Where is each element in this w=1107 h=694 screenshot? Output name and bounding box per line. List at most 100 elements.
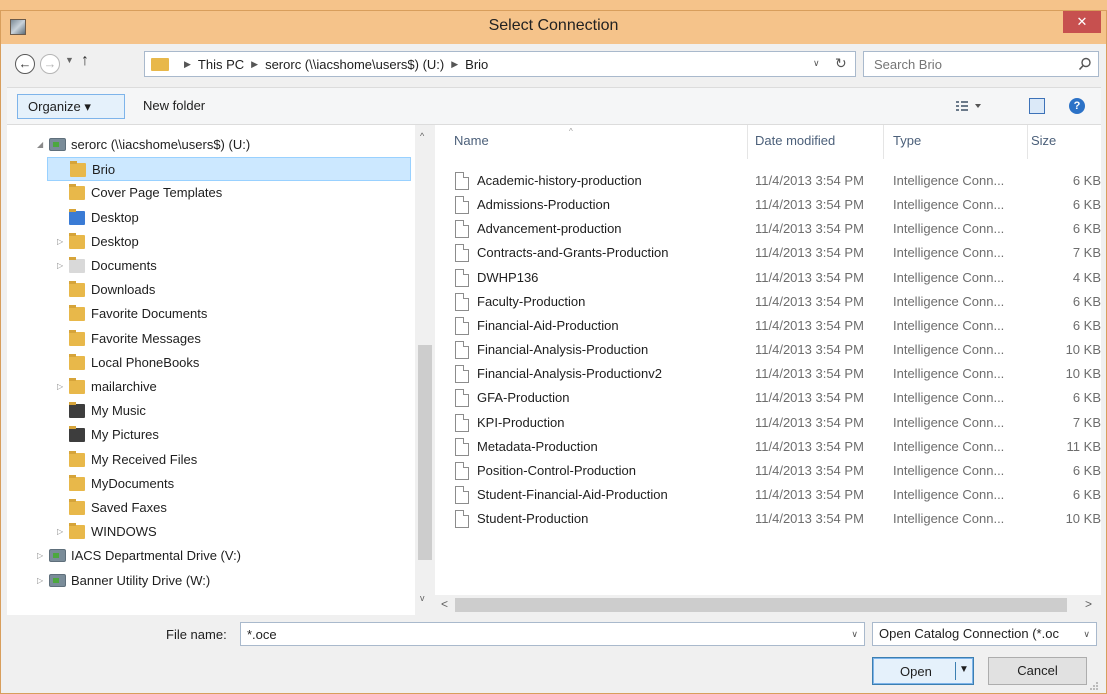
music-folder-icon [69, 402, 85, 419]
recent-locations-button[interactable]: ▼ [65, 55, 74, 65]
tree-item[interactable]: Desktop [7, 206, 411, 230]
file-row[interactable]: Advancement-production 11/4/2013 3:54 PM I… [435, 217, 1101, 241]
tree-item[interactable]: ▷ Desktop [7, 230, 411, 254]
file-row[interactable]: Student-Production 11/4/2013 3:54 PM Intel… [435, 507, 1101, 531]
file-row[interactable]: DWHP136 11/4/2013 3:54 PM Intelligence Con… [435, 266, 1101, 290]
tree-item-label: Desktop [91, 233, 139, 249]
tree-item-label: serorc (\\iacshome\users$) (U:) [71, 137, 251, 152]
search-icon[interactable] [1078, 57, 1092, 71]
address-bar[interactable]: ▶ This PC ▶ serorc (\\iacshome\users$) (… [144, 51, 856, 77]
open-button-label: Open [900, 664, 932, 679]
file-row[interactable]: Faculty-Production 11/4/2013 3:54 PM Intel… [435, 290, 1101, 314]
address-dropdown-icon[interactable]: ∨ [813, 58, 820, 69]
tree-item[interactable]: ▷ IACS Departmental Drive (V:) [7, 544, 411, 568]
tree-item-label: MyDocuments [91, 475, 175, 491]
file-name-input[interactable] [241, 623, 831, 645]
column-header-type[interactable]: Type [893, 133, 921, 148]
breadcrumb-user-drive[interactable]: serorc (\\iacshome\users$) (U:) [265, 57, 444, 72]
file-type-select[interactable]: Open Catalog Connection (*.oc ∨ [872, 622, 1097, 646]
file-type-value: Open Catalog Connection (*.oc [879, 626, 1059, 641]
expand-chevron-icon[interactable]: ▷ [37, 544, 43, 568]
preview-pane-icon[interactable] [1029, 98, 1045, 114]
horizontal-scrollbar[interactable]: < > [435, 595, 1101, 615]
scroll-thumb[interactable] [418, 345, 432, 560]
file-name-cell: Student-Financial-Aid-Production [477, 486, 668, 502]
column-divider[interactable] [1027, 125, 1028, 159]
tree-item[interactable]: My Received Files [7, 448, 411, 472]
file-type-cell: Intelligence Conn... [893, 366, 1005, 382]
scroll-thumb[interactable] [455, 598, 1067, 612]
tree-item[interactable]: My Music [7, 399, 411, 423]
search-box[interactable] [863, 51, 1099, 77]
help-icon[interactable]: ? [1069, 98, 1085, 114]
tree-item[interactable]: ◢ serorc (\\iacshome\users$) (U:) [7, 133, 411, 157]
expand-chevron-icon[interactable]: ▷ [57, 230, 63, 254]
tree-item[interactable]: Cover Page Templates [7, 181, 411, 205]
tree-item[interactable]: My Pictures [7, 423, 411, 447]
window-title: Select Connection [488, 17, 619, 34]
file-date-cell: 11/4/2013 3:54 PM [755, 462, 864, 478]
tree-item[interactable]: Favorite Messages [7, 327, 411, 351]
file-name-combobox[interactable]: ∨ [240, 622, 865, 646]
tree-item[interactable]: ▷ mailarchive [7, 375, 411, 399]
tree-item[interactable]: Saved Faxes [7, 496, 411, 520]
file-row[interactable]: Position-Control-Production 11/4/2013 3:5… [435, 459, 1101, 483]
tree-item[interactable]: MyDocuments [7, 472, 411, 496]
expand-chevron-icon[interactable]: ▷ [57, 520, 63, 544]
scroll-right-icon[interactable]: > [1085, 597, 1092, 611]
tree-item[interactable]: Local PhoneBooks [7, 351, 411, 375]
resize-grip-icon[interactable] [1089, 681, 1099, 691]
title-bar[interactable]: Select Connection ✕ [1, 11, 1106, 44]
dialog-footer: File name: ∨ Open Catalog Connection (*.… [7, 615, 1101, 693]
scroll-up-icon[interactable]: ^ [420, 131, 424, 141]
file-name-dropdown-icon[interactable]: ∨ [851, 629, 858, 640]
open-button[interactable]: Open ▼ [872, 657, 974, 685]
crumb-separator-icon: ▶ [184, 59, 191, 69]
up-button[interactable]: ↑ [81, 52, 89, 70]
file-name-cell: Admissions-Production [477, 197, 610, 213]
file-row[interactable]: KPI-Production 11/4/2013 3:54 PM Intellige… [435, 411, 1101, 435]
tree-item[interactable]: Favorite Documents [7, 302, 411, 326]
column-divider[interactable] [747, 125, 748, 159]
expand-chevron-icon[interactable]: ▷ [37, 569, 43, 593]
cancel-button[interactable]: Cancel [988, 657, 1087, 685]
column-header-date-modified[interactable]: Date modified [755, 133, 835, 148]
forward-button[interactable]: → [40, 54, 60, 74]
file-row[interactable]: Financial-Analysis-Production 11/4/2013 3… [435, 338, 1101, 362]
tree-item[interactable]: Downloads [7, 278, 411, 302]
tree-item[interactable]: Brio [47, 157, 411, 182]
breadcrumb-this-pc[interactable]: This PC [198, 57, 244, 72]
column-header-size[interactable]: Size [1031, 133, 1056, 148]
close-button[interactable]: ✕ [1063, 11, 1101, 33]
tree-item[interactable]: ▷ Banner Utility Drive (W:) [7, 569, 411, 593]
file-row[interactable]: Student-Financial-Aid-Production 11/4/201… [435, 483, 1101, 507]
scroll-down-icon[interactable]: v [420, 593, 425, 603]
expand-chevron-icon[interactable]: ▷ [57, 375, 63, 399]
tree-item[interactable]: ▷ Documents [7, 254, 411, 278]
expand-chevron-icon[interactable]: ◢ [37, 133, 43, 157]
folder-icon [69, 329, 85, 346]
column-divider[interactable] [883, 125, 884, 159]
new-folder-button[interactable]: New folder [143, 98, 205, 113]
file-row[interactable]: Financial-Analysis-Productionv2 11/4/2013… [435, 362, 1101, 386]
back-button[interactable]: ← [15, 54, 35, 74]
breadcrumb-brio[interactable]: Brio [465, 57, 488, 72]
expand-chevron-icon[interactable]: ▷ [57, 254, 63, 278]
change-view-icon[interactable] [955, 99, 985, 113]
file-row[interactable]: Academic-history-production 11/4/2013 3:5… [435, 169, 1101, 193]
file-row[interactable]: Contracts-and-Grants-Production 11/4/2013… [435, 241, 1101, 265]
file-row[interactable]: Financial-Aid-Production 11/4/2013 3:54 P… [435, 314, 1101, 338]
file-row[interactable]: Admissions-Production 11/4/2013 3:54 PM In… [435, 193, 1101, 217]
file-document-icon [455, 316, 469, 335]
navigation-pane-scrollbar[interactable]: ^ v [415, 125, 435, 615]
file-type-dropdown-icon[interactable]: ∨ [1081, 623, 1090, 645]
tree-item[interactable]: ▷ WINDOWS [7, 520, 411, 544]
file-row[interactable]: GFA-Production 11/4/2013 3:54 PM Intellige… [435, 386, 1101, 410]
column-header-name[interactable]: Name [454, 133, 489, 148]
open-options-dropdown-icon[interactable]: ▼ [959, 664, 969, 675]
scroll-left-icon[interactable]: < [441, 597, 448, 611]
search-input[interactable] [864, 52, 1064, 76]
refresh-icon[interactable]: ↻ [835, 55, 847, 72]
file-row[interactable]: Metadata-Production 11/4/2013 3:54 PM Inte… [435, 435, 1101, 459]
organize-button[interactable]: Organize ▾ [17, 94, 125, 119]
